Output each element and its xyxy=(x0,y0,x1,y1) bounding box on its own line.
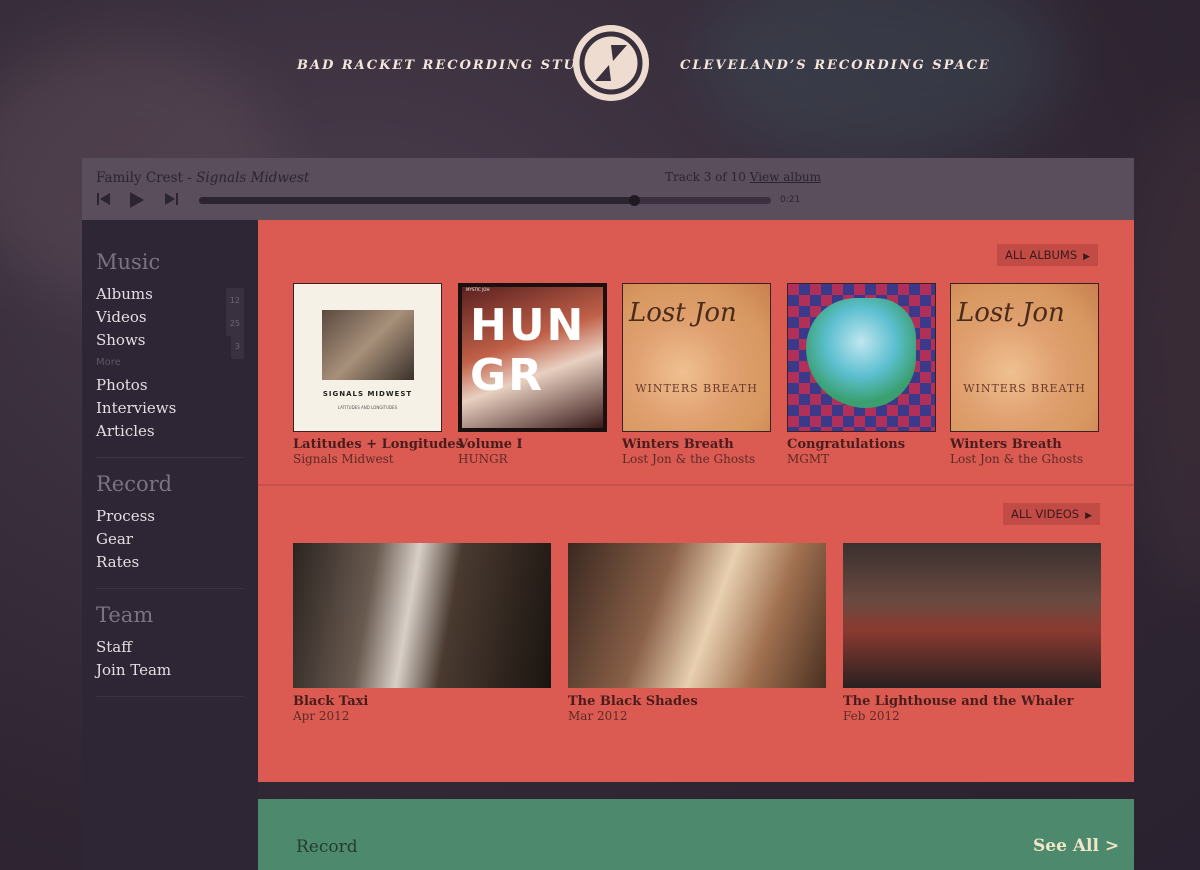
album-title[interactable]: Congratulations xyxy=(787,437,936,452)
divider xyxy=(96,457,244,458)
now-playing-song: Signals Midwest xyxy=(196,170,310,186)
divider xyxy=(96,588,244,589)
album-artist: HUNGR xyxy=(458,452,508,466)
cover-subtext: WINTERS BREATH xyxy=(963,382,1086,395)
cover-text: SIGNALS MIDWEST xyxy=(322,390,413,398)
sidebar-item-rates[interactable]: Rates xyxy=(96,551,258,574)
play-arrow-icon: ▶ xyxy=(1085,511,1092,521)
cover-top-text: MYSTIC JOH xyxy=(466,287,490,292)
background-photo-right xyxy=(1130,100,1200,600)
album-card[interactable]: SIGNALS MIDWEST LATITUDES AND LONGITUDES… xyxy=(293,283,463,466)
cover-text: Lost Jon xyxy=(629,298,737,328)
play-arrow-icon: ▶ xyxy=(1083,252,1091,262)
album-cover[interactable]: SIGNALS MIDWEST LATITUDES AND LONGITUDES xyxy=(293,283,442,432)
now-playing-artist: Family Crest xyxy=(96,170,183,186)
album-title[interactable]: Winters Breath xyxy=(622,437,771,452)
count-badge: 3 xyxy=(230,334,244,359)
video-date: Mar 2012 xyxy=(568,709,628,723)
album-artist: Lost Jon & the Ghosts xyxy=(950,452,1084,466)
sidebar-item-videos[interactable]: Videos 25 xyxy=(96,306,258,336)
album-card[interactable]: Lost Jon WINTERS BREATH Winters Breath L… xyxy=(622,283,771,466)
video-thumbnail[interactable] xyxy=(843,543,1101,688)
cover-art xyxy=(806,298,916,408)
previous-track-icon[interactable] xyxy=(96,192,112,206)
sidebar-item-join-team[interactable]: Join Team xyxy=(96,659,258,682)
album-artist: MGMT xyxy=(787,452,830,466)
progress-bar[interactable] xyxy=(199,195,771,206)
progress-fill xyxy=(199,197,634,204)
record-section-title: Record xyxy=(296,837,358,857)
album-card[interactable]: MYSTIC JOH HUN GR Volume I HUNGR xyxy=(458,283,607,466)
album-cover[interactable] xyxy=(787,283,936,432)
now-playing-separator: - xyxy=(182,170,197,186)
see-all-link[interactable]: See All > xyxy=(1033,836,1119,856)
all-videos-label: ALL VIDEOS xyxy=(1011,507,1080,521)
video-date: Feb 2012 xyxy=(843,709,900,723)
sidebar-item-staff[interactable]: Staff xyxy=(96,636,258,659)
track-count: Track 3 of 10 xyxy=(665,170,746,184)
all-albums-button[interactable]: ALL ALBUMS ▶ xyxy=(997,244,1099,266)
album-title[interactable]: Volume I xyxy=(458,437,607,452)
sidebar-item-interviews[interactable]: Interviews xyxy=(96,397,258,420)
next-track-icon[interactable] xyxy=(163,192,179,206)
cover-subtext: LATITUDES AND LONGITUDES xyxy=(337,405,398,410)
divider xyxy=(96,696,244,697)
album-artist: Lost Jon & the Ghosts xyxy=(622,452,756,466)
sidebar-title-record: Record xyxy=(96,472,173,496)
video-title[interactable]: The Lighthouse and the Whaler xyxy=(843,694,1101,709)
sidebar: Music Albums 12 Videos 25 Shows 3 More P… xyxy=(82,220,258,870)
album-card[interactable]: Lost Jon WINTERS BREATH Winters Breath L… xyxy=(950,283,1099,466)
album-artist: Signals Midwest xyxy=(293,452,394,466)
now-playing: Family Crest - Signals Midwest xyxy=(96,170,309,186)
sidebar-section-record: Record Process Gear Rates xyxy=(82,472,258,574)
sidebar-item-label: Videos xyxy=(96,308,147,326)
album-cover[interactable]: Lost Jon WINTERS BREATH xyxy=(950,283,1099,432)
sidebar-item-albums[interactable]: Albums 12 xyxy=(96,283,258,313)
video-title[interactable]: The Black Shades xyxy=(568,694,826,709)
view-album-link[interactable]: View album xyxy=(750,170,821,184)
sidebar-item-photos[interactable]: Photos xyxy=(96,374,258,397)
cover-subtext: WINTERS BREATH xyxy=(635,382,758,395)
sidebar-title-team: Team xyxy=(96,603,154,627)
video-thumbnail[interactable] xyxy=(293,543,551,688)
elapsed-time: 0:21 xyxy=(780,195,801,205)
cover-text: HUN GR xyxy=(470,300,586,401)
audio-player: Family Crest - Signals Midwest Track 3 o… xyxy=(82,158,1134,220)
album-cover[interactable]: Lost Jon WINTERS BREATH xyxy=(622,283,771,432)
sidebar-item-articles[interactable]: Articles xyxy=(96,420,258,443)
video-card[interactable]: The Black Shades Mar 2012 xyxy=(568,543,826,723)
album-title[interactable]: Winters Breath xyxy=(950,437,1099,452)
sidebar-section-music: Music Albums 12 Videos 25 Shows 3 More P… xyxy=(82,220,258,443)
all-albums-label: ALL ALBUMS xyxy=(1005,248,1078,262)
cover-text: Lost Jon xyxy=(957,298,1065,328)
video-date: Apr 2012 xyxy=(293,709,350,723)
sidebar-title-music: Music xyxy=(96,250,161,274)
video-card[interactable]: Black Taxi Apr 2012 xyxy=(293,543,551,723)
record-panel: Record See All > xyxy=(258,799,1134,870)
sidebar-item-shows[interactable]: Shows 3 xyxy=(96,329,258,359)
sidebar-section-team: Team Staff Join Team xyxy=(82,603,258,682)
album-title[interactable]: Latitudes + Longitudes xyxy=(293,437,463,452)
all-videos-button[interactable]: ALL VIDEOS ▶ xyxy=(1003,503,1100,525)
brand-name[interactable]: BAD RACKET RECORDING STUDIO xyxy=(297,58,612,73)
bad-racket-logo-icon[interactable] xyxy=(573,25,649,101)
album-card[interactable]: Congratulations MGMT xyxy=(787,283,936,466)
track-info: Track 3 of 10 View album xyxy=(665,170,821,184)
sidebar-item-process[interactable]: Process xyxy=(96,505,258,528)
album-cover[interactable]: MYSTIC JOH HUN GR xyxy=(458,283,607,432)
brand-tagline: CLEVELAND’S RECORDING SPACE xyxy=(680,58,991,73)
sidebar-item-label: Shows xyxy=(96,331,146,349)
site-header: BAD RACKET RECORDING STUDIO CLEVELAND’S … xyxy=(0,0,1200,150)
video-title[interactable]: Black Taxi xyxy=(293,694,551,709)
divider xyxy=(258,484,1134,486)
video-card[interactable]: The Lighthouse and the Whaler Feb 2012 xyxy=(843,543,1101,723)
sidebar-item-label: Albums xyxy=(96,285,153,303)
video-thumbnail[interactable] xyxy=(568,543,826,688)
sidebar-item-gear[interactable]: Gear xyxy=(96,528,258,551)
cover-photo xyxy=(322,310,414,380)
play-icon[interactable] xyxy=(128,192,144,208)
progress-handle[interactable] xyxy=(628,195,640,206)
music-panel: ALL ALBUMS ▶ SIGNALS MIDWEST LATITUDES AN… xyxy=(258,220,1134,782)
